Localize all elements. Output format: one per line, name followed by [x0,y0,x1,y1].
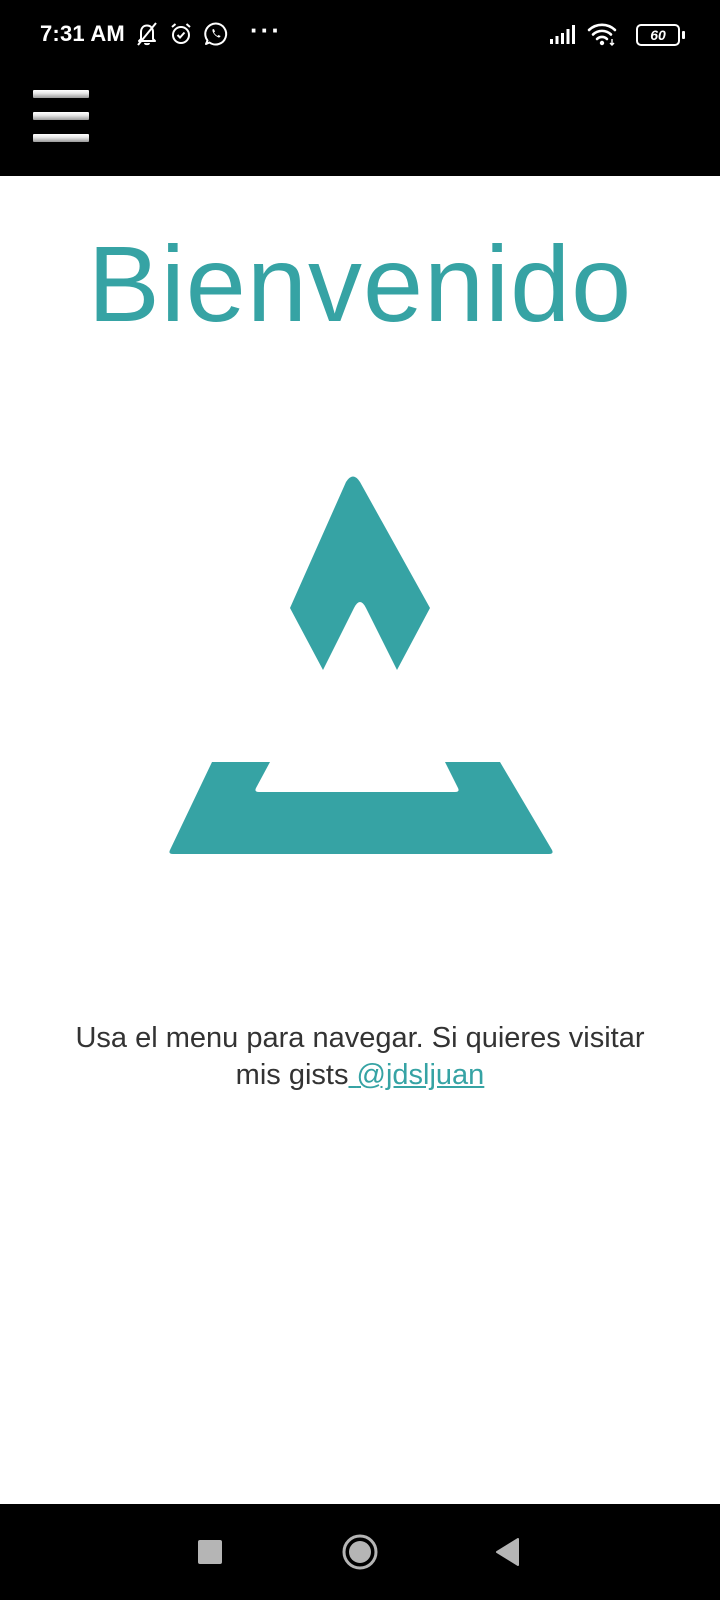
welcome-title: Bienvenido [87,223,633,344]
wifi-icon [586,20,618,48]
more-notifications-icon: ··· [250,15,282,45]
signal-icon [548,20,578,48]
alarm-icon [168,20,194,48]
status-time: 7:31 AM [40,21,125,46]
hamburger-menu-icon[interactable] [33,90,89,144]
welcome-description: Usa el menu para navegar. Si quieres vis… [60,1020,660,1094]
app-logo [160,472,560,872]
recents-square-icon[interactable] [188,1530,232,1574]
app-bar [0,70,720,176]
logo-arrow-shape [290,476,430,670]
menu-line-bottom [33,134,89,142]
menu-line-middle [33,112,89,120]
gists-profile-link[interactable]: @jdsljuan [348,1059,485,1091]
logo-base-shape [169,762,553,854]
system-navigation-bar [0,1504,720,1600]
main-content: Bienvenido Usa el menu para navegar. Si … [0,176,720,1504]
battery-indicator: 60 [636,24,680,46]
muted-notifications-icon [134,20,160,48]
battery-tip [682,31,685,39]
home-circle-icon[interactable] [338,1530,382,1574]
battery-level: 60 [650,27,666,43]
profile-handle: @jdsljuan [356,1059,485,1091]
menu-line-top [33,90,89,98]
app-screen: 7:31 AM ··· 60 Bienvenido Usa el menu pa… [0,0,720,1600]
whatsapp-icon [202,20,230,48]
status-bar: 7:31 AM ··· 60 [0,0,720,70]
back-triangle-icon[interactable] [486,1530,530,1574]
